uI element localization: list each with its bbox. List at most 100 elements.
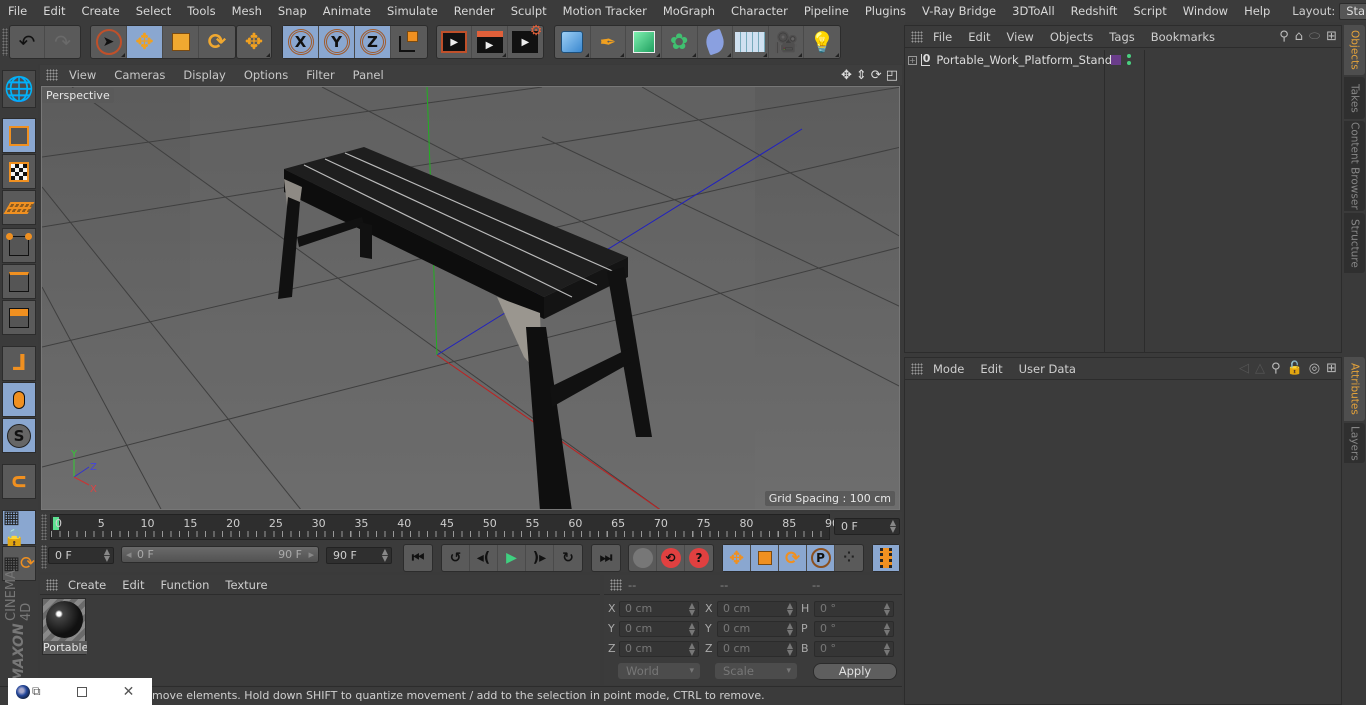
live-selection-button[interactable]: ➤: [91, 26, 127, 58]
make-editable-button[interactable]: 🌐: [2, 70, 36, 108]
panel-grip[interactable]: [911, 362, 923, 375]
menu-vray-bridge[interactable]: V-Ray Bridge: [914, 4, 1004, 18]
solo-button[interactable]: S: [2, 418, 36, 453]
menu-character[interactable]: Character: [723, 4, 796, 18]
3d-viewport[interactable]: Y Z X Grid Spacing : 100 cm: [41, 86, 900, 510]
menu-plugins[interactable]: Plugins: [857, 4, 914, 18]
render-visibility-dot[interactable]: [1127, 61, 1131, 65]
z-axis-toggle[interactable]: Z: [355, 26, 391, 58]
expand-icon[interactable]: +: [908, 55, 917, 65]
search-icon[interactable]: ⚲: [1271, 361, 1281, 376]
menu-sculpt[interactable]: Sculpt: [503, 4, 555, 18]
key-scale-toggle[interactable]: [751, 545, 779, 571]
viewport-camera-label[interactable]: Perspective: [42, 88, 114, 103]
timeline-grip[interactable]: [41, 514, 47, 540]
next-frame-button[interactable]: )▸: [526, 545, 554, 571]
texture-mode-button[interactable]: [2, 154, 36, 189]
menu-file[interactable]: File: [0, 4, 35, 18]
coordinate-system-dropdown[interactable]: World: [618, 663, 700, 679]
menu-simulate[interactable]: Simulate: [379, 4, 446, 18]
material-menu-create[interactable]: Create: [60, 578, 114, 592]
menu-script[interactable]: Script: [1125, 4, 1174, 18]
render-active-button[interactable]: ▶: [472, 26, 508, 58]
current-frame-field[interactable]: 0 F ▲ ▼: [834, 518, 900, 535]
lock-workplane-button[interactable]: ▦🔒: [2, 507, 36, 549]
tab-content-browser[interactable]: Content Browser: [1344, 121, 1365, 211]
menu-pipeline[interactable]: Pipeline: [796, 4, 857, 18]
material-swatch[interactable]: Portable: [42, 598, 87, 655]
am-menu-mode[interactable]: Mode: [925, 362, 972, 376]
snap-button[interactable]: ∪: [2, 464, 36, 499]
light-button[interactable]: 💡: [804, 26, 840, 58]
play-button[interactable]: ▶: [498, 545, 526, 571]
goto-start-button[interactable]: ⏮: [404, 545, 432, 571]
om-menu-view[interactable]: View: [999, 30, 1042, 44]
key-position-toggle[interactable]: ✥: [723, 545, 751, 571]
material-menu-texture[interactable]: Texture: [217, 578, 275, 592]
coordinate-system-button[interactable]: [391, 26, 427, 58]
redo-button[interactable]: ↷: [45, 26, 80, 58]
polygons-mode-button[interactable]: [2, 300, 36, 335]
previous-key-button[interactable]: ↺: [442, 545, 470, 571]
render-settings-button[interactable]: ▶ ⚙: [508, 23, 543, 58]
pan-view-icon[interactable]: ✥: [841, 68, 852, 83]
size-x-field[interactable]: 0 cm ▲ ▼: [717, 601, 797, 617]
up-arrow-icon[interactable]: △: [1255, 361, 1265, 376]
eye-icon[interactable]: ⬭: [1309, 29, 1320, 44]
menu-edit[interactable]: Edit: [35, 4, 73, 18]
tweak-mode-button[interactable]: [2, 382, 36, 417]
end-frame-field[interactable]: 90 F ▲ ▼: [326, 547, 392, 564]
panel-grip[interactable]: [46, 578, 58, 591]
om-menu-bookmarks[interactable]: Bookmarks: [1143, 30, 1223, 44]
x-axis-toggle[interactable]: X: [283, 26, 319, 58]
rotation-b-field[interactable]: 0 ° ▲ ▼: [814, 641, 894, 657]
menu-help[interactable]: Help: [1236, 4, 1278, 18]
rotate-tool-button[interactable]: ⟳: [199, 26, 235, 58]
transport-grip[interactable]: [41, 545, 47, 569]
om-menu-tags[interactable]: Tags: [1101, 30, 1142, 44]
edges-mode-button[interactable]: [2, 264, 36, 299]
menu-render[interactable]: Render: [446, 4, 503, 18]
last-tool-button[interactable]: ✥: [237, 26, 271, 58]
om-menu-file[interactable]: File: [925, 30, 960, 44]
render-view-button[interactable]: ▶: [437, 26, 473, 58]
key-pla-toggle[interactable]: ⁘: [835, 545, 863, 571]
tab-layers[interactable]: Layers: [1344, 423, 1365, 463]
size-z-field[interactable]: 0 cm ▲ ▼: [717, 641, 797, 657]
menu-window[interactable]: Window: [1175, 4, 1236, 18]
undo-button[interactable]: ↶: [10, 26, 46, 58]
autokey-button[interactable]: ⟲: [657, 545, 685, 571]
rotation-p-field[interactable]: 0 ° ▲ ▼: [814, 621, 894, 637]
menu-create[interactable]: Create: [74, 4, 128, 18]
rotate-view-icon[interactable]: ⟳: [871, 68, 882, 83]
record-key-button[interactable]: [629, 545, 657, 571]
toolbar-grip[interactable]: [2, 28, 8, 56]
start-frame-field[interactable]: 0 F ▲ ▼: [48, 547, 114, 564]
menu-redshift[interactable]: Redshift: [1063, 4, 1126, 18]
y-axis-toggle[interactable]: Y: [319, 26, 355, 58]
points-mode-button[interactable]: [2, 228, 36, 263]
om-menu-objects[interactable]: Objects: [1042, 30, 1101, 44]
layout-dropdown[interactable]: Startup: [1339, 2, 1366, 20]
move-tool-button[interactable]: ✥: [127, 26, 163, 58]
am-menu-edit[interactable]: Edit: [972, 362, 1010, 376]
size-y-field[interactable]: 0 cm ▲ ▼: [717, 621, 797, 637]
model-mode-button[interactable]: [2, 118, 36, 153]
goto-end-button[interactable]: ⏭: [592, 545, 620, 571]
object-row[interactable]: + 0 Portable_Work_Platform_Stand: [908, 52, 1112, 68]
dolly-view-icon[interactable]: ⇕: [856, 68, 867, 83]
next-key-button[interactable]: ↻: [554, 545, 582, 571]
cube-button[interactable]: [555, 26, 591, 58]
floor-button[interactable]: [733, 26, 769, 58]
panel-grip[interactable]: [610, 578, 622, 591]
toggle-panel-icon[interactable]: ◰: [886, 68, 898, 83]
camera-button[interactable]: 🎥: [769, 26, 805, 58]
menu-mograph[interactable]: MoGraph: [655, 4, 723, 18]
tab-takes[interactable]: Takes: [1344, 77, 1365, 119]
workplane-mode-button[interactable]: [2, 190, 36, 225]
keyframe-selection-button[interactable]: ?: [685, 545, 713, 571]
axis-mode-button[interactable]: ⅃: [2, 346, 36, 381]
rotation-h-field[interactable]: 0 ° ▲ ▼: [814, 601, 894, 617]
lock-icon[interactable]: 🔓: [1287, 361, 1303, 376]
cloner-button[interactable]: ✿: [662, 26, 698, 58]
